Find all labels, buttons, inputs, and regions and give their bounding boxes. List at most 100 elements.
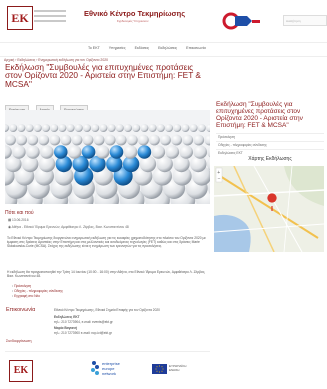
white-sphere: [67, 145, 82, 159]
white-sphere: [25, 124, 34, 132]
white-sphere: [16, 134, 27, 146]
white-sphere: [181, 124, 190, 132]
white-sphere: [42, 124, 50, 132]
white-sphere: [27, 134, 39, 146]
eu-label: ΕΥΡΩΠΑΪΚΗ ΕΝΩΣΗ: [169, 364, 187, 372]
contact-heading: Επικοινωνία: [6, 307, 36, 313]
white-sphere: [149, 134, 160, 146]
description-paragraph: Το Εθνικό Κέντρο Τεκμηρίωσης διοργανώνει…: [7, 236, 206, 249]
white-sphere: [38, 134, 50, 146]
contact-org: Εθνικό Κέντρο Τεκμηρίωσης, Εθνικά Σημεία…: [54, 308, 160, 312]
when-where-heading: Πότε και πού: [5, 210, 34, 216]
white-sphere: [71, 134, 83, 146]
white-sphere: [140, 124, 149, 132]
white-sphere: [99, 124, 108, 132]
white-sphere: [115, 124, 124, 132]
white-sphere: [171, 134, 183, 146]
details-paragraph: Η εκδήλωση θα πραγματοποιηθεί την Τρίτη …: [7, 270, 206, 279]
white-sphere: [156, 124, 165, 132]
white-sphere: [91, 124, 100, 132]
white-sphere: [165, 124, 173, 132]
logo-wordmark: [34, 10, 66, 25]
site-title: Εθνικό Κέντρο Τεκμηρίωσης: [84, 9, 186, 18]
white-sphere: [138, 134, 149, 146]
white-sphere: [22, 155, 39, 173]
enterprise-europe-network-logo[interactable]: enterprise europe network: [88, 356, 128, 382]
ekt-logo[interactable]: EK: [7, 6, 33, 30]
white-sphere: [12, 145, 26, 159]
contact-phone-1[interactable]: τηλ.: 210 7273904, e-mail: events@ekt.gr: [54, 320, 113, 324]
event-venue: ◉ Αθήνα - Εθνικό Ίδρυμα Ερευνών, Αμφιθέα…: [8, 225, 129, 229]
event-location-map[interactable]: + −: [214, 166, 324, 252]
blue-sphere: [109, 145, 124, 159]
page-title: Εκδήλωση "Συμβουλές για επιτυχημένες προ…: [5, 62, 201, 89]
blue-sphere: [81, 145, 96, 159]
nav-item-ekt[interactable]: Το ΕΚΤ: [88, 46, 100, 50]
nav-item-events[interactable]: Εκδηλώσεις: [158, 46, 177, 50]
white-sphere: [26, 145, 40, 159]
white-sphere: [165, 145, 180, 159]
white-sphere: [49, 134, 61, 146]
svg-text:network: network: [102, 371, 116, 376]
white-sphere: [182, 134, 194, 146]
white-sphere: [93, 134, 105, 146]
ekt-mark-icon: [222, 12, 260, 30]
event-hero-image: [5, 110, 210, 204]
white-sphere: [151, 145, 166, 159]
white-sphere: [5, 134, 16, 146]
sidebar-divider: [216, 133, 324, 134]
footer-ekt-logo[interactable]: EK: [9, 360, 33, 382]
white-sphere: [82, 134, 94, 146]
white-sphere: [104, 134, 116, 146]
white-sphere: [17, 124, 26, 132]
contact-phone-2[interactable]: τηλ.: 210 7273900 e-mail: ncp-ict@ekt.gr: [54, 331, 112, 335]
white-sphere: [9, 124, 18, 132]
sidebar-link-events[interactable]: Εκδηλώσεις ΕΚΤ: [218, 151, 243, 155]
white-sphere: [40, 145, 54, 159]
divider: [5, 351, 210, 352]
white-sphere: [74, 124, 83, 132]
white-sphere: [193, 134, 205, 146]
sidebar-title: Εκδήλωση "Συμβουλές για επιτυχημένες προ…: [216, 101, 303, 129]
sidebar-link-invitation[interactable]: Πρόσκληση: [218, 135, 235, 139]
sidebar-link-instructions[interactable]: Οδηγίες - πληροφορίες σύνδεσης: [218, 143, 267, 147]
white-sphere: [66, 124, 75, 132]
white-sphere: [124, 124, 132, 132]
white-sphere: [173, 124, 182, 132]
white-sphere: [107, 124, 116, 132]
blue-sphere: [55, 155, 72, 173]
white-sphere: [179, 145, 193, 159]
svg-text:+: +: [217, 170, 220, 176]
search-input[interactable]: Αναζήτηση: [283, 15, 327, 26]
white-sphere: [83, 124, 91, 132]
white-sphere: [193, 145, 207, 159]
sidebar-divider: [216, 149, 324, 150]
white-sphere: [115, 134, 127, 146]
blue-sphere: [137, 145, 152, 159]
link-registration[interactable]: Εγγραφή στο Νέο: [12, 294, 63, 299]
white-sphere: [148, 124, 157, 132]
contact-dept: Εκδηλώσεις ΕΚΤ: [54, 315, 80, 319]
footer-logo-text: EK: [13, 365, 29, 376]
contact-person: Μαρία Βαγιανή: [54, 326, 77, 330]
white-sphere: [58, 124, 67, 132]
logo-text: EK: [11, 11, 29, 25]
nav-items: Το ΕΚΤ Υπηρεσίες Εκδόσεις Εκδηλώσεις Επι…: [88, 46, 214, 50]
white-sphere: [33, 124, 42, 132]
nav-item-services[interactable]: Υπηρεσίες: [109, 46, 126, 50]
event-date: ▦ 13.06.2016: [8, 218, 29, 222]
white-sphere: [197, 124, 206, 132]
blue-sphere: [54, 145, 68, 159]
site-subtitle: Σχεδιασμός Υπηρεσιών: [117, 19, 149, 23]
white-sphere: [132, 124, 141, 132]
white-sphere: [123, 145, 138, 159]
nav-item-publications[interactable]: Εκδόσεις: [135, 46, 150, 50]
sidebar-divider: [216, 141, 324, 142]
white-sphere: [126, 134, 138, 146]
white-sphere: [189, 124, 198, 132]
partners-heading: Συνδιοργάνωση: [6, 339, 32, 343]
white-sphere: [60, 134, 72, 146]
venue-text: Αθήνα - Εθνικό Ίδρυμα Ερευνών, Αμφιθέατρ…: [11, 225, 129, 229]
white-sphere: [95, 145, 110, 159]
nav-item-contact[interactable]: Επικοινωνία: [186, 46, 206, 50]
